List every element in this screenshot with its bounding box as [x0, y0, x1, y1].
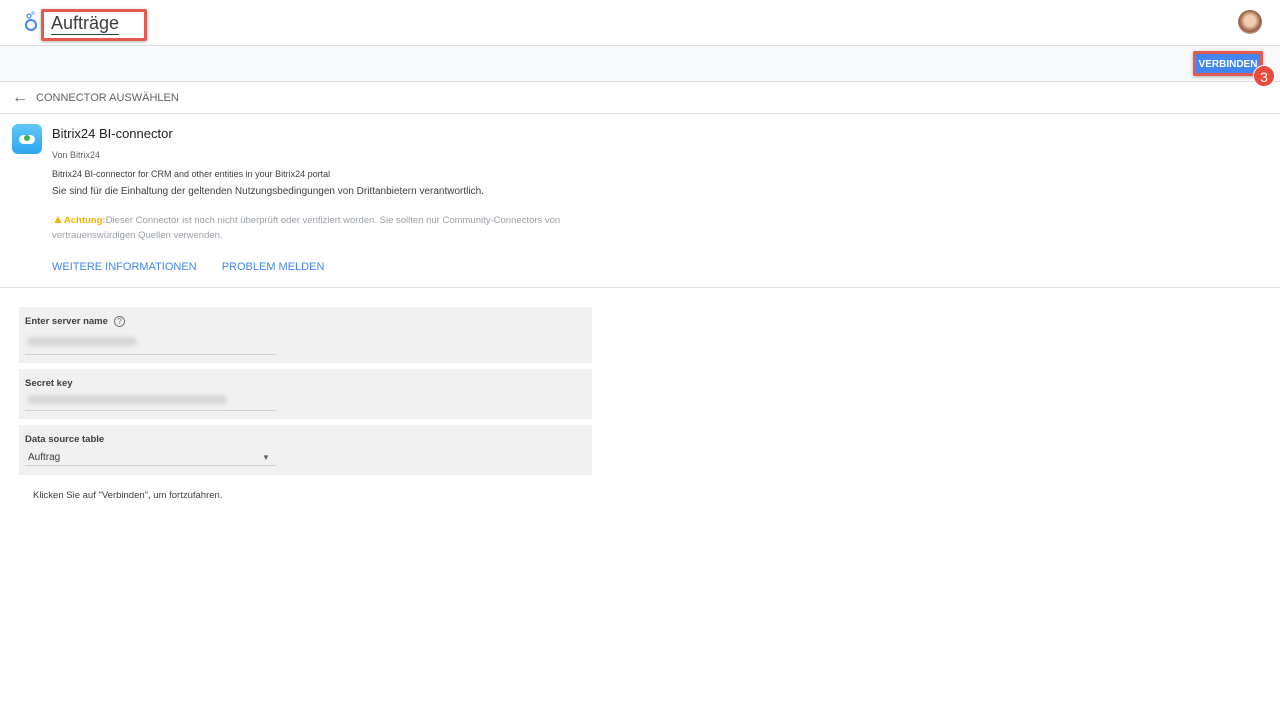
more-info-link[interactable]: WEITERE INFORMATIONEN	[52, 261, 197, 273]
server-name-label: Enter server name	[25, 316, 108, 327]
back-arrow-icon[interactable]: ←	[12, 89, 28, 107]
looker-studio-logo-icon	[25, 11, 37, 31]
secret-key-label: Secret key	[25, 378, 73, 389]
dropdown-arrow-icon[interactable]: ▼	[262, 453, 270, 462]
step-badge: 3	[1253, 65, 1275, 87]
warning-notice: ▲Achtung:Dieser Connector ist noch nicht…	[52, 212, 592, 243]
connector-info: Bitrix24 BI-connector Von Bitrix24 Bitri…	[0, 114, 1280, 288]
warning-label: Achtung:	[63, 215, 106, 226]
data-source-table-field: Data source table Auftrag ▼	[19, 425, 592, 475]
back-nav[interactable]: ← CONNECTOR AUSWÄHLEN	[0, 82, 1280, 114]
user-avatar[interactable]	[1238, 10, 1262, 34]
secret-key-input[interactable]	[25, 410, 276, 411]
data-source-table-label: Data source table	[25, 434, 105, 445]
warning-text: Dieser Connector ist noch nicht überprüf…	[52, 215, 561, 241]
help-icon[interactable]: ?	[113, 316, 125, 327]
data-source-table-value[interactable]: Auftrag	[28, 452, 60, 463]
connector-author: Von Bitrix24	[52, 150, 101, 160]
secret-key-field: Secret key	[19, 369, 592, 419]
bitrix-cloud-icon	[12, 124, 42, 154]
warning-icon: ▲	[52, 212, 64, 226]
data-source-title[interactable]: Aufträge	[51, 12, 120, 35]
connector-name: Bitrix24 BI-connector	[52, 126, 173, 141]
connector-description: Bitrix24 BI-connector for CRM and other …	[52, 169, 331, 179]
top-bar: Aufträge	[0, 0, 1280, 46]
secret-key-input-value	[27, 395, 227, 404]
server-name-input-value	[27, 337, 137, 346]
toolbar: VERBINDEN	[0, 46, 1280, 82]
server-name-input[interactable]	[25, 354, 276, 355]
terms-notice: Sie sind für die Einhaltung der geltende…	[52, 186, 484, 197]
back-label[interactable]: CONNECTOR AUSWÄHLEN	[36, 92, 179, 104]
connect-hint: Klicken Sie auf "Verbinden", um fortzufa…	[33, 490, 223, 501]
data-source-table-select[interactable]	[25, 465, 276, 466]
server-name-field: Enter server name?	[19, 307, 592, 363]
report-problem-link[interactable]: PROBLEM MELDEN	[222, 261, 325, 273]
